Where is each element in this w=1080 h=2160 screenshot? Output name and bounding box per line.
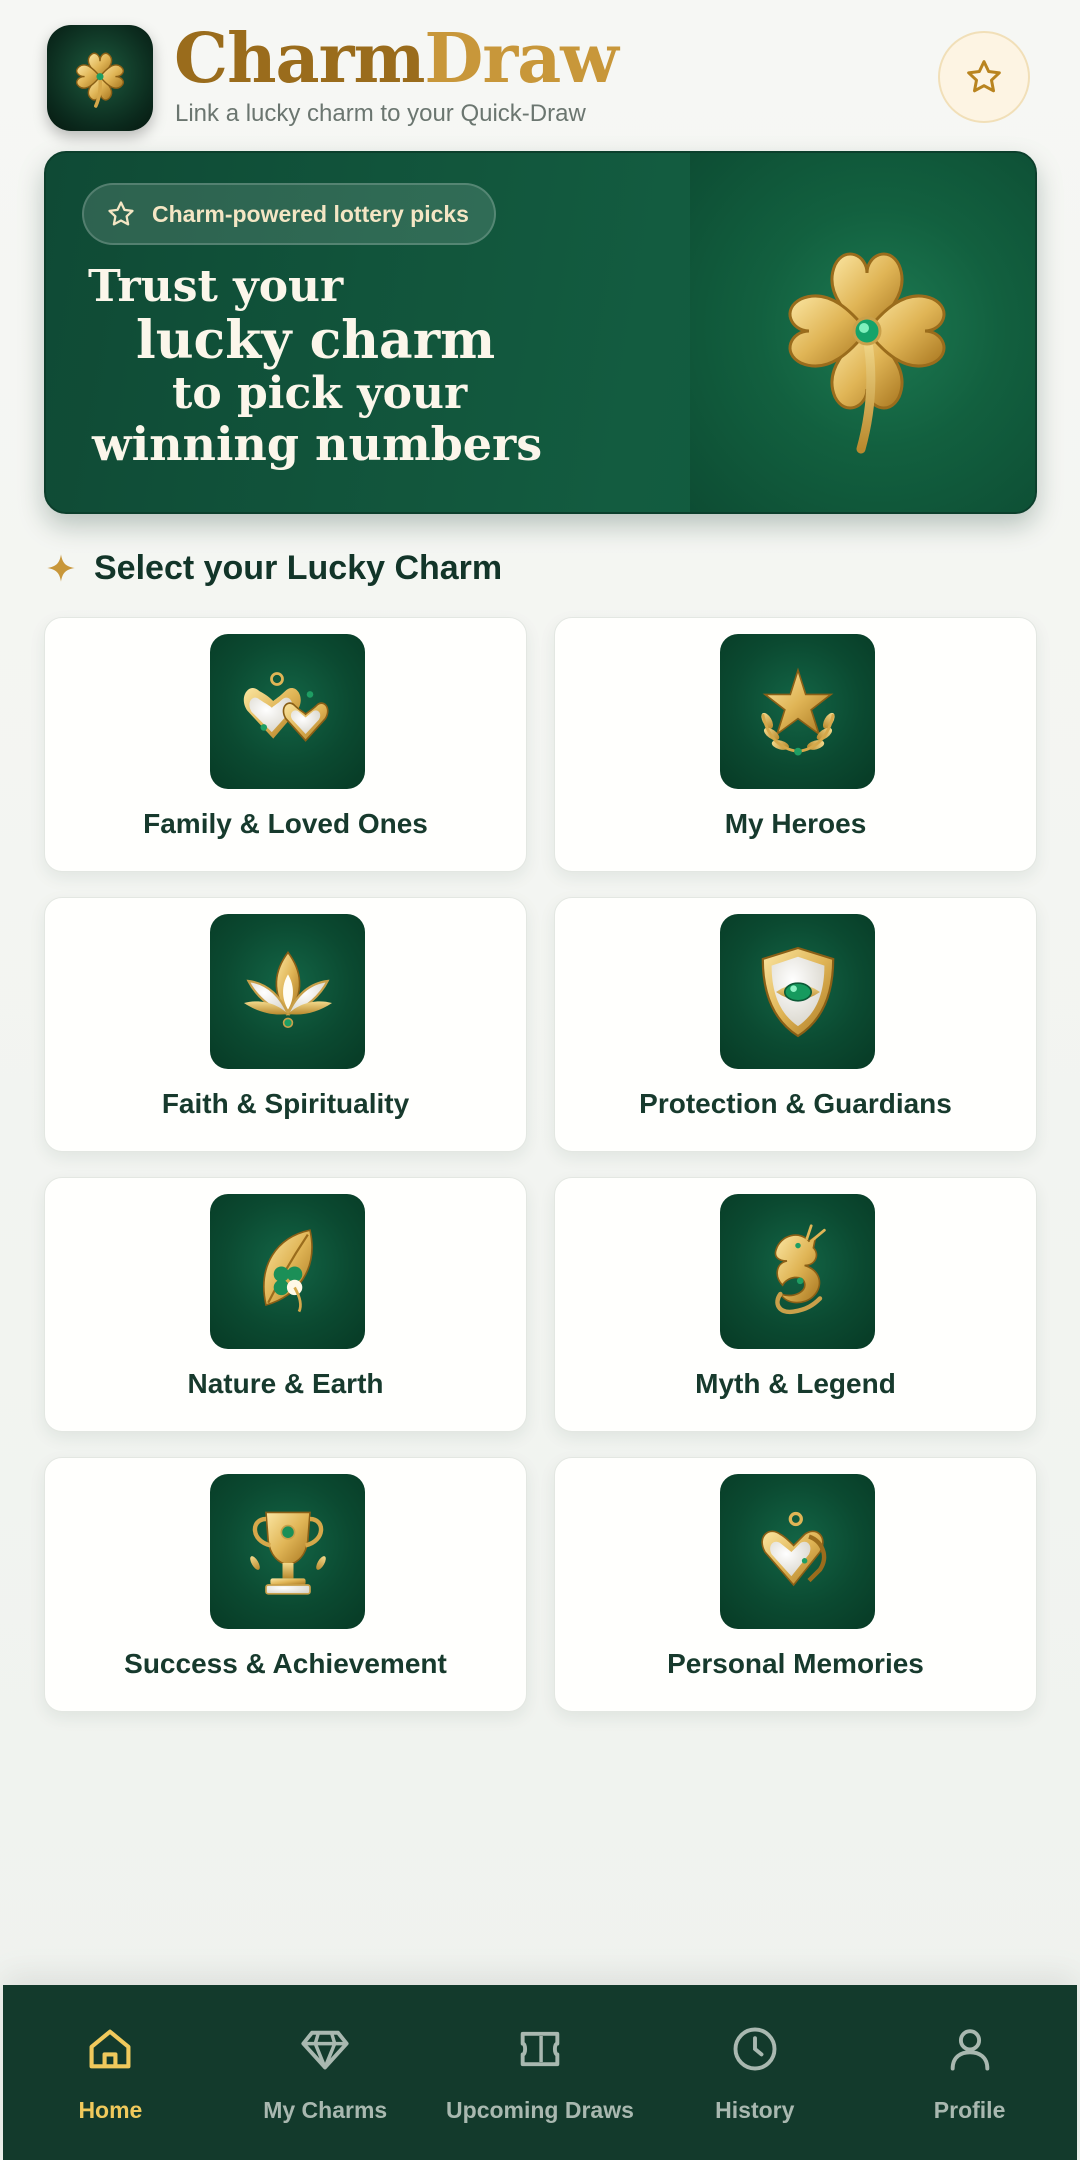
charm-card-myth[interactable]: Myth & Legend (554, 1177, 1037, 1432)
app-tagline: Link a lucky charm to your Quick-Draw (175, 100, 586, 127)
nav-label: History (715, 2097, 795, 2123)
favorites-button[interactable] (938, 31, 1030, 123)
star-icon (108, 201, 134, 226)
star-icon (967, 60, 1001, 93)
hero-badge-text: Charm-powered lottery picks (152, 200, 469, 227)
dragon-icon (720, 1194, 875, 1349)
diamond-icon (301, 2030, 349, 2070)
hero-headline-line: Trust your (88, 261, 344, 312)
hero-banner: Charm-powered lottery picks Trust your l… (44, 151, 1037, 514)
hero-headline-line: to pick your (172, 368, 468, 419)
lotus-icon (210, 914, 365, 1069)
charm-card-heroes[interactable]: My Heroes (554, 617, 1037, 872)
nav-label: Home (78, 2097, 143, 2123)
trophy-icon (210, 1474, 365, 1629)
app-title: CharmDraw (174, 14, 619, 104)
star-laurel-icon (720, 634, 875, 789)
section-title: Select your Lucky Charm (46, 546, 502, 590)
charm-card-label: Nature & Earth (187, 1368, 384, 1399)
app-title-charm: Charm (174, 19, 425, 99)
leaf-clover-icon (210, 1194, 365, 1349)
app-header: CharmDraw Link a lucky charm to your Qui… (0, 0, 1080, 150)
charm-card-success[interactable]: Success & Achievement (44, 1457, 527, 1712)
nav-item-home[interactable]: Home (3, 1985, 218, 2160)
nav-item-history[interactable]: History (647, 1985, 862, 2160)
nav-item-upcoming-draws[interactable]: Upcoming Draws (433, 1985, 648, 2160)
sparkle-icon (47, 554, 75, 582)
charm-card-protection[interactable]: Protection & Guardians (554, 897, 1037, 1152)
user-icon (950, 2029, 989, 2071)
clover-icon (47, 25, 153, 131)
charm-card-label: Personal Memories (667, 1648, 924, 1679)
gold-clover-icon (788, 252, 946, 454)
hero-art (690, 153, 1035, 512)
charm-card-label: Family & Loved Ones (143, 808, 428, 839)
app-title-draw: Draw (424, 19, 618, 99)
hero-headline: Trust your lucky charm to pick your winn… (76, 261, 596, 469)
nav-label: Upcoming Draws (446, 2097, 634, 2123)
charm-card-faith[interactable]: Faith & Spirituality (44, 897, 527, 1152)
charm-card-family[interactable]: Family & Loved Ones (44, 617, 527, 872)
charm-card-label: Protection & Guardians (639, 1088, 952, 1119)
ticket-icon (520, 2031, 560, 2067)
charm-category-grid: Family & Loved Ones My Heroes Faith & Sp… (44, 617, 1037, 1712)
nav-item-profile[interactable]: Profile (862, 1985, 1077, 2160)
charm-card-memories[interactable]: Personal Memories (554, 1457, 1037, 1712)
charm-card-label: Faith & Spirituality (161, 1088, 410, 1119)
hero-headline-line: lucky charm (136, 310, 496, 371)
nav-item-my-charms[interactable]: My Charms (218, 1985, 433, 2160)
home-icon (89, 2029, 131, 2069)
charm-card-label: Success & Achievement (124, 1648, 447, 1679)
nav-label: My Charms (263, 2097, 388, 2123)
charm-card-nature[interactable]: Nature & Earth (44, 1177, 527, 1432)
charm-card-label: My Heroes (724, 808, 867, 839)
charm-card-label: Myth & Legend (695, 1368, 896, 1399)
hero-headline-line: winning numbers (92, 417, 543, 471)
hearts-icon (210, 634, 365, 789)
locket-icon (720, 1474, 875, 1629)
shield-icon (720, 914, 875, 1069)
clock-icon (733, 2027, 777, 2071)
nav-label: Profile (933, 2097, 1006, 2123)
bottom-navigation: Home My Charms Upcoming Draws History Pr… (3, 1985, 1077, 2160)
hero-badge: Charm-powered lottery picks (82, 183, 496, 245)
section-title-text: Select your Lucky Charm (94, 548, 503, 587)
